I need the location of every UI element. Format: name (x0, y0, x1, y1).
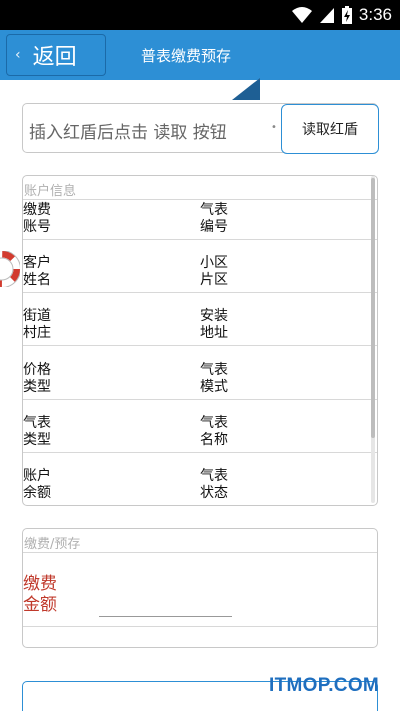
scrollbar-thumb[interactable] (371, 178, 375, 438)
status-bar: 3:36 (0, 0, 400, 30)
payment-group-title: 缴费/预存 (24, 537, 81, 552)
account-balance-label: 账户 余额 (23, 468, 51, 501)
read-card-hint: 插入红盾后点击 读取 按钮 (29, 123, 227, 143)
page-title: 普表缴费预存 (141, 47, 232, 65)
customer-name-label: 客户 姓名 (23, 255, 51, 288)
payment-amount-label: 缴费 金额 (23, 574, 57, 615)
meter-mode-label: 气表 模式 (200, 362, 228, 395)
price-type-label: 价格 类型 (23, 362, 51, 395)
meter-type-label: 气表 类型 (23, 415, 51, 448)
divider (23, 292, 377, 293)
meter-number-label: 气表 编号 (200, 202, 228, 235)
divider (23, 345, 377, 346)
payment-account-label: 缴费 账号 (23, 202, 51, 235)
divider (23, 239, 377, 240)
divider (23, 552, 377, 553)
meter-status-label: 气表 状态 (200, 468, 228, 501)
battery-charging-icon (341, 6, 352, 24)
back-label: 返回 (32, 45, 77, 70)
back-button[interactable]: ‹ 返回 (6, 34, 106, 76)
status-time: 3:36 (358, 5, 392, 24)
wifi-icon (291, 7, 312, 23)
dot-icon: • (271, 122, 277, 133)
street-village-label: 街道 村庄 (23, 308, 51, 341)
read-card-panel: 插入红盾后点击 读取 按钮 • 读取红盾 (22, 103, 379, 154)
meter-name-label: 气表 名称 (200, 415, 228, 448)
account-info-title: 账户信息 (24, 184, 77, 199)
corner-triangle-icon (232, 78, 260, 100)
payment-group: 缴费/预存 缴费 金额 (22, 528, 378, 648)
lifebuoy-icon[interactable] (0, 251, 20, 287)
district-label: 小区 片区 (200, 255, 228, 288)
title-bar: ‹ 返回 普表缴费预存 (0, 30, 400, 100)
divider (23, 626, 377, 627)
chevron-left-icon: ‹ (15, 47, 21, 63)
payment-amount-input[interactable] (99, 615, 232, 617)
divider (23, 399, 377, 400)
read-card-button[interactable]: 读取红盾 (281, 104, 379, 154)
watermark: ITMOP.COM (269, 675, 380, 696)
install-address-label: 安装 地址 (200, 308, 228, 341)
account-info-group: 账户信息 缴费 账号 气表 编号 客户 姓名 小区 片区 街道 村庄 安装 地址… (22, 175, 378, 506)
divider (23, 199, 377, 200)
status-icons: 3:36 (291, 5, 392, 25)
signal-icon (319, 8, 334, 23)
divider (23, 452, 377, 453)
